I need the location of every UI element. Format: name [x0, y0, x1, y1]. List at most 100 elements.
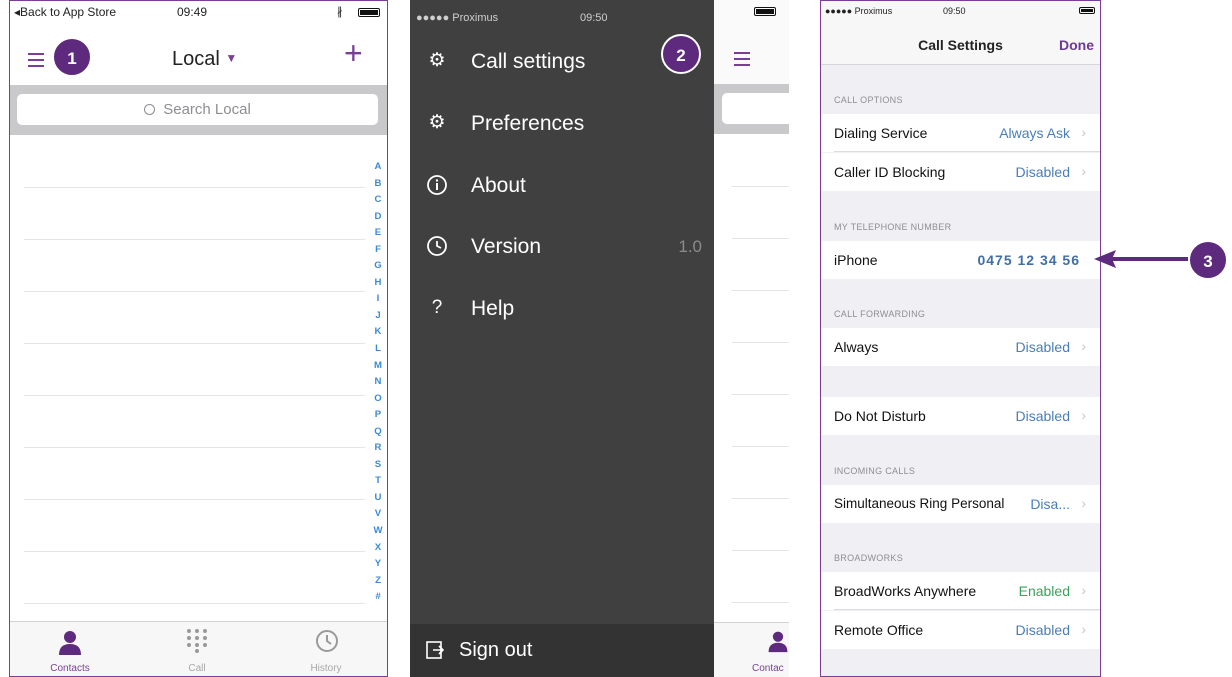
menu-item-label: Version: [471, 235, 542, 258]
search-icon: [144, 104, 156, 115]
row-forward-always[interactable]: Always Disabled ›: [821, 328, 1100, 366]
index-letter[interactable]: W: [372, 523, 384, 540]
list-separator: [24, 603, 365, 604]
section-header: CALL FORWARDING: [834, 309, 926, 319]
index-letter[interactable]: K: [372, 324, 384, 341]
help-icon: ?: [431, 297, 443, 318]
index-letter[interactable]: Q: [372, 424, 384, 441]
index-letter[interactable]: N: [372, 374, 384, 391]
list-separator: [24, 187, 365, 188]
index-letter[interactable]: B: [372, 176, 384, 193]
row-label: Caller ID Blocking: [834, 164, 946, 180]
gear-icon: ⚙: [428, 50, 446, 71]
index-letter[interactable]: L: [372, 341, 384, 358]
chevron-right-icon: ›: [1081, 124, 1086, 140]
row-label: Always: [834, 339, 879, 355]
step-badge-2: 2: [661, 34, 701, 74]
clock-icon: [427, 236, 447, 256]
index-letter[interactable]: V: [372, 506, 384, 523]
index-letter[interactable]: I: [372, 291, 384, 308]
alphabet-index[interactable]: A B C D E F G H I J K L M N O P Q R S T U V W X Y Z #: [372, 159, 384, 606]
row-caller-id-blocking[interactable]: Caller ID Blocking Disabled ›: [821, 153, 1100, 191]
row-dialing-service[interactable]: Dialing Service Always Ask ›: [821, 114, 1100, 152]
call-settings-screen: ●●●●● Proximus 09:50 Call Settings Done …: [820, 0, 1101, 677]
index-letter[interactable]: O: [372, 391, 384, 408]
row-separator: [834, 609, 1100, 610]
index-letter[interactable]: C: [372, 192, 384, 209]
underlying-screen-peek[interactable]: Contac: [714, 0, 789, 677]
version-value: 1.0: [678, 237, 702, 256]
back-to-app-store-link[interactable]: ◂Back to App Store: [14, 5, 116, 19]
index-letter[interactable]: Y: [372, 556, 384, 573]
menu-item-help[interactable]: ? Help: [410, 285, 714, 335]
chevron-down-icon: ▼: [225, 51, 238, 65]
callout-arrow-icon: [1094, 250, 1188, 268]
chevron-right-icon: ›: [1081, 338, 1086, 354]
sign-out-button[interactable]: Sign out: [410, 624, 714, 677]
chevron-right-icon: ›: [1081, 621, 1086, 637]
address-book-selector[interactable]: Local ▼: [172, 48, 237, 71]
tab-call[interactable]: Call: [137, 622, 257, 676]
index-letter[interactable]: J: [372, 308, 384, 325]
add-contact-icon[interactable]: +: [344, 37, 363, 69]
index-letter[interactable]: A: [372, 159, 384, 176]
index-letter[interactable]: P: [372, 407, 384, 424]
row-value: Disabled: [1015, 408, 1070, 424]
menu-item-version[interactable]: Version 1.0: [410, 223, 714, 273]
side-menu-screen: ●●●●● Proximus 09:50 ⚙ Call settings ⚙ P…: [410, 0, 789, 677]
menu-icon[interactable]: [28, 53, 44, 67]
row-value: Disabled: [1015, 622, 1070, 638]
status-time: 09:50: [580, 12, 608, 24]
contact-list[interactable]: A B C D E F G H I J K L M N O P Q R S T U V W X Y Z #: [10, 135, 387, 623]
person-icon: [59, 631, 81, 655]
row-value: Disabled: [1015, 164, 1070, 180]
keypad-icon: [187, 629, 207, 653]
tab-label: Contacts: [50, 663, 90, 674]
chevron-right-icon: ›: [1081, 582, 1086, 598]
index-letter[interactable]: H: [372, 275, 384, 292]
step-badge-3: 3: [1188, 240, 1228, 280]
index-letter[interactable]: X: [372, 540, 384, 557]
index-letter[interactable]: U: [372, 490, 384, 507]
tab-label: History: [310, 663, 342, 674]
row-label: BroadWorks Anywhere: [834, 583, 977, 599]
row-do-not-disturb[interactable]: Do Not Disturb Disabled ›: [821, 397, 1100, 435]
index-letter[interactable]: E: [372, 225, 384, 242]
list-separator: [24, 447, 365, 448]
nav-bar: 1 Local ▼ +: [10, 23, 387, 85]
row-value: Enabled: [1018, 583, 1070, 599]
index-letter[interactable]: D: [372, 209, 384, 226]
menu-item-about[interactable]: About: [410, 162, 714, 212]
row-remote-office[interactable]: Remote Office Disabled ›: [821, 611, 1100, 649]
list-separator: [24, 499, 365, 500]
sign-out-icon: [426, 641, 445, 659]
index-letter[interactable]: T: [372, 473, 384, 490]
person-icon: [768, 631, 788, 653]
row-broadworks-anywhere[interactable]: BroadWorks Anywhere Enabled ›: [821, 572, 1100, 610]
page-title: Local: [172, 48, 220, 70]
row-iphone-number[interactable]: iPhone 0475 12 34 56: [821, 241, 1100, 279]
tab-history[interactable]: History: [266, 622, 386, 676]
index-letter[interactable]: #: [372, 589, 384, 606]
index-letter[interactable]: M: [372, 358, 384, 375]
row-label: Simultaneous Ring Personal: [834, 496, 1005, 511]
row-simultaneous-ring[interactable]: Simultaneous Ring Personal Disa... ›: [821, 485, 1100, 523]
section-header: CALL OPTIONS: [834, 95, 903, 105]
tab-contacts[interactable]: Contacts: [10, 622, 130, 676]
phone-number-value: 0475 12 34 56: [977, 252, 1080, 268]
search-input[interactable]: Search Local: [17, 94, 378, 125]
index-letter[interactable]: S: [372, 457, 384, 474]
done-button[interactable]: Done: [1059, 37, 1094, 53]
index-letter[interactable]: R: [372, 440, 384, 457]
index-letter[interactable]: G: [372, 258, 384, 275]
nav-bar: ●●●●● Proximus 09:50 Call Settings Done: [821, 1, 1100, 65]
section-header: BROADWORKS: [834, 553, 904, 563]
index-letter[interactable]: F: [372, 242, 384, 259]
index-letter[interactable]: Z: [372, 573, 384, 590]
status-carrier: ●●●●● Proximus: [825, 6, 893, 16]
tab-label: Contac: [752, 663, 784, 674]
search-placeholder: Search Local: [163, 101, 251, 118]
menu-item-label: About: [471, 174, 526, 197]
status-bar: ◂Back to App Store 09:49 ∦: [10, 1, 387, 23]
menu-item-preferences[interactable]: ⚙ Preferences: [410, 100, 714, 150]
